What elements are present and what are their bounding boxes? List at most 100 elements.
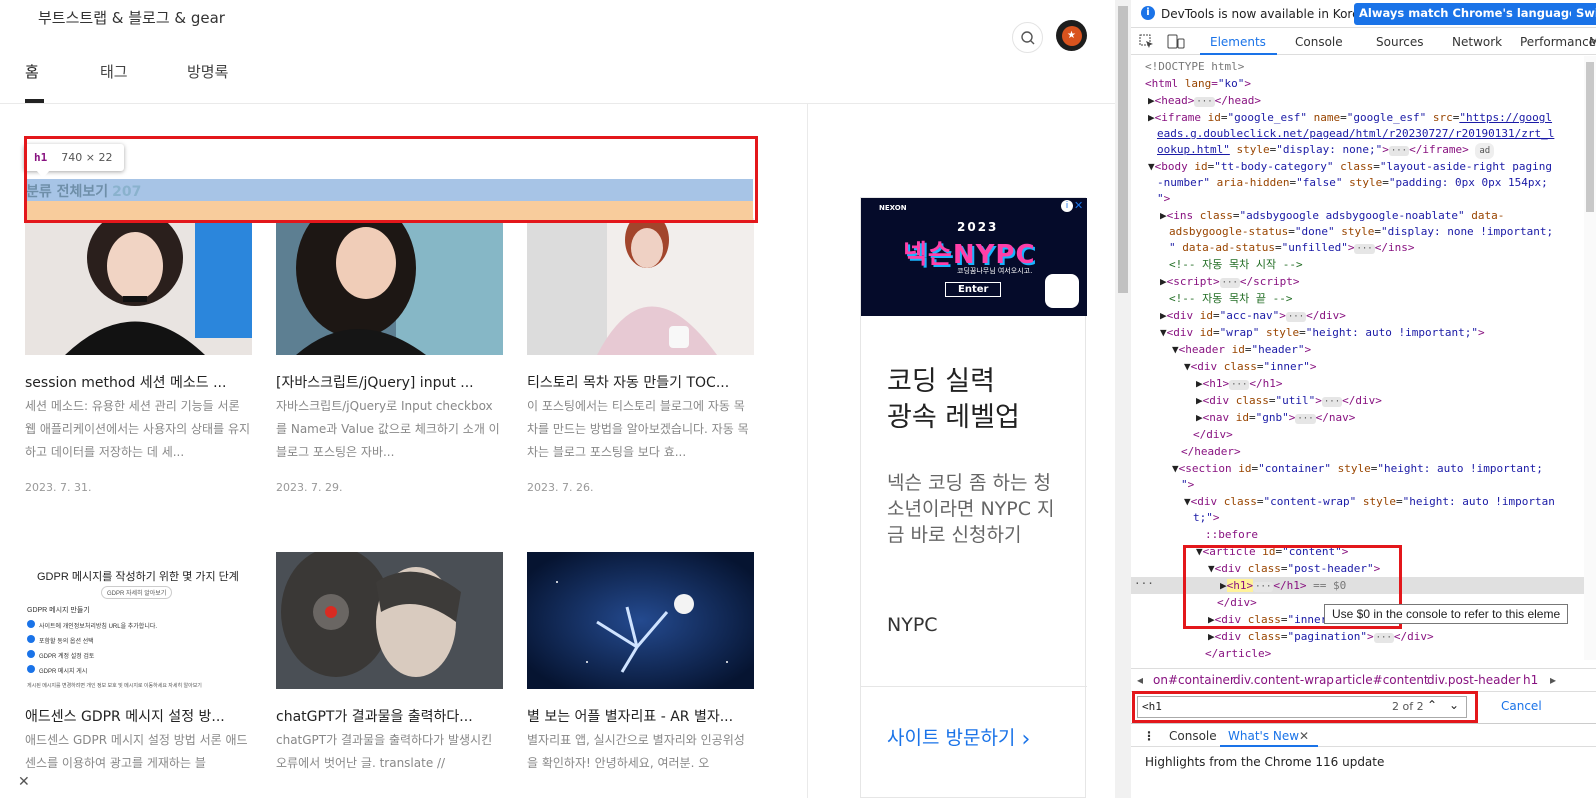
tab-elements[interactable]: Elements	[1210, 35, 1266, 49]
post-thumbnail[interactable]	[527, 218, 754, 355]
ad-close-icon[interactable]: ✕	[1074, 199, 1083, 212]
breadcrumb-item[interactable]: article#content	[1335, 673, 1429, 687]
post-thumbnail[interactable]	[25, 218, 252, 355]
post-thumbnail[interactable]	[276, 552, 503, 689]
ad-banner-tag: 코딩꿈나무님 여서오시고.	[957, 267, 1033, 275]
tab-network[interactable]: Network	[1452, 35, 1502, 49]
breadcrumb-left-icon[interactable]: ◂	[1137, 673, 1143, 687]
ad-banner-brand: NEXON	[879, 204, 907, 212]
close-icon[interactable]: ✕	[1299, 729, 1309, 743]
dom-node[interactable]: ▼<section id="container" style="height: …	[1172, 461, 1543, 477]
breadcrumb-item[interactable]: div.post-header	[1427, 673, 1520, 687]
breadcrumb-item[interactable]: on#container	[1153, 673, 1235, 687]
nav-guestbook[interactable]: 방명록	[187, 61, 228, 82]
annotation-box	[24, 136, 758, 223]
dom-node[interactable]: ▶<script> ··· </script>	[1160, 274, 1299, 290]
more-actions-icon[interactable]: ···	[1134, 576, 1154, 592]
tab-console[interactable]: Console	[1295, 35, 1343, 49]
scrollbar-thumb[interactable]	[1586, 62, 1594, 212]
dom-node[interactable]: ▼<body id="tt-body-category" class="layo…	[1148, 159, 1552, 175]
nav-home[interactable]: 홈	[25, 61, 39, 82]
ad-headline: 코딩 실력 광속 레벨업	[887, 366, 1020, 433]
match-language-button[interactable]: Always match Chrome's language	[1354, 3, 1582, 25]
nav-tags[interactable]: 태그	[100, 61, 128, 82]
dom-node[interactable]: </div>	[1193, 427, 1233, 443]
ad-divider	[861, 686, 1087, 687]
post-excerpt: 자바스크립트/jQuery로 Input checkbox를 Name과 Val…	[276, 399, 500, 459]
gdpr-foot: 게시된 메시지를 변경하려면 개인 정보 보호 및 메시지로 이동하세요 자세히…	[27, 683, 202, 689]
dom-node[interactable]: <html lang="ko">	[1145, 76, 1251, 92]
blog-page: 부트스트랩 & 블로그 & gear ★ 홈 태그 방명록 분류 전체보기 207…	[0, 0, 1115, 798]
ad-unit[interactable]: NEXON i ✕ 2023 넥슨NYPC 코딩꿈나무님 여서오시고. Ente…	[860, 197, 1087, 798]
header-divider	[0, 103, 1115, 104]
dom-node[interactable]: <!-- 자동 목차 시작 -->	[1169, 257, 1303, 273]
search-icon	[1020, 30, 1034, 44]
ad-visit-link[interactable]: 사이트 방문하기 ›	[887, 723, 1030, 752]
post-title[interactable]: [자바스크립트/jQuery] input ...	[276, 372, 503, 392]
robot-image	[276, 552, 503, 689]
dom-node[interactable]: ▶<nav id="gnb"> ··· </nav>	[1196, 410, 1355, 426]
dom-node[interactable]: ▼<div class="content-wrap" style="height…	[1184, 494, 1555, 510]
ad-banner-enter[interactable]: Enter	[945, 282, 1002, 297]
post-title[interactable]: session method 세션 메소드 ...	[25, 372, 252, 392]
post-excerpt: 별자리표 앱, 실시간으로 별자리와 인공위성을 확인하자! 안녕하세요, 여러…	[527, 733, 745, 770]
breadcrumb-right-icon[interactable]: ▸	[1550, 673, 1556, 687]
post-title[interactable]: 애드센스 GDPR 메시지 설정 방...	[25, 706, 252, 726]
gdpr-step: GDPR 계정 설정 검토	[27, 650, 157, 665]
dom-node[interactable]: ▶<iframe id="google_esf" name="google_es…	[1148, 110, 1552, 126]
dom-node[interactable]: <!-- 자동 목차 끝 -->	[1169, 291, 1292, 307]
devtools-panel: i DevTools is now available in Korean! A…	[1131, 0, 1596, 798]
dom-node[interactable]: </header>	[1181, 444, 1241, 460]
dom-node[interactable]: ▶<h1> ··· </h1>	[1196, 376, 1283, 392]
adchoices-icon[interactable]: i	[1061, 200, 1073, 212]
drawer-menu-icon[interactable]: ⋮	[1143, 729, 1155, 743]
drawer-tab-whats-new[interactable]: What's New	[1228, 729, 1299, 743]
dom-node: " data-ad-status="unfilled"> ··· </ins>	[1169, 241, 1415, 254]
dom-node[interactable]: ▶<div id="acc-nav"> ··· </div>	[1160, 308, 1346, 324]
dom-tree-scrollbar[interactable]	[1584, 56, 1596, 660]
dom-node[interactable]: ▶<ins class="adsbygoogle adsbygoogle-noa…	[1160, 208, 1504, 224]
tab-more[interactable]: M	[1589, 35, 1596, 49]
dom-node[interactable]: ::before	[1205, 527, 1258, 543]
dom-node: t;">	[1193, 511, 1220, 524]
ad-brand: NYPC	[887, 614, 938, 636]
dom-node: ">	[1157, 192, 1171, 205]
tab-performance[interactable]: Performance	[1520, 35, 1596, 49]
post-thumbnail[interactable]	[276, 218, 503, 355]
portrait-image	[527, 218, 754, 355]
gdpr-sub: GDPR 메시지 만들기	[27, 607, 90, 614]
tab-sources[interactable]: Sources	[1376, 35, 1423, 49]
switch-language-button[interactable]: Swi	[1571, 3, 1596, 25]
dom-node[interactable]: </article>	[1205, 646, 1271, 660]
close-icon[interactable]: ✕	[18, 774, 30, 790]
site-title[interactable]: 부트스트랩 & 블로그 & gear	[38, 7, 225, 28]
dom-node[interactable]: ▶<head> ··· </head>	[1148, 93, 1261, 109]
breadcrumb-item[interactable]: div.content-wrap	[1233, 673, 1334, 687]
post-thumbnail[interactable]	[527, 552, 754, 689]
avatar[interactable]: ★	[1056, 20, 1087, 51]
post-title[interactable]: chatGPT가 결과물을 출력하다...	[276, 706, 503, 726]
inspect-element-icon[interactable]	[1139, 34, 1155, 50]
page-scrollbar[interactable]	[1115, 0, 1131, 798]
dom-node[interactable]: ▼<div class="inner">	[1184, 359, 1316, 375]
drawer-tab-console[interactable]: Console	[1169, 729, 1217, 743]
dom-node[interactable]: ▶<div class="pagination"> ··· </div>	[1208, 629, 1434, 645]
dom-node[interactable]: ▶<div class="util"> ··· </div>	[1196, 393, 1382, 409]
device-toolbar-icon[interactable]	[1167, 34, 1185, 50]
breadcrumb-item[interactable]: h1	[1523, 673, 1538, 687]
dom-node[interactable]: <!DOCTYPE html>	[1145, 59, 1244, 75]
ad-banner[interactable]: NEXON i ✕ 2023 넥슨NYPC 코딩꿈나무님 여서오시고. Ente…	[861, 198, 1087, 316]
find-cancel-button[interactable]: Cancel	[1501, 699, 1542, 713]
post-thumbnail[interactable]: GDPR 메시지를 작성하기 위한 몇 가지 단계 GDPR 자세히 알아보기 …	[25, 552, 252, 689]
dom-node[interactable]: ▼<header id="header">	[1172, 342, 1311, 358]
gdpr-chip: GDPR 자세히 알아보기	[101, 586, 173, 599]
gdpr-steps: 사이트에 개인정보처리방침 URL을 추가합니다. 포함할 동의 옵션 선택 G…	[27, 620, 157, 680]
dom-node[interactable]: ▼<div id="wrap" style="height: auto !imp…	[1160, 325, 1485, 341]
dom-node: eads.g.doubleclick.net/pagead/html/r2023…	[1157, 127, 1555, 140]
scrollbar-thumb[interactable]	[1118, 6, 1128, 293]
star-icon: ★	[1061, 25, 1082, 46]
post-title[interactable]: 티스토리 목차 자동 만들기 TOC...	[527, 372, 754, 392]
post-excerpt: 애드센스 GDPR 메시지 설정 방법 서론 애드센스를 이용하여 광고를 게재…	[25, 733, 248, 770]
search-button[interactable]	[1012, 22, 1043, 53]
post-title[interactable]: 별 보는 어플 별자리표 - AR 별자...	[527, 706, 754, 726]
